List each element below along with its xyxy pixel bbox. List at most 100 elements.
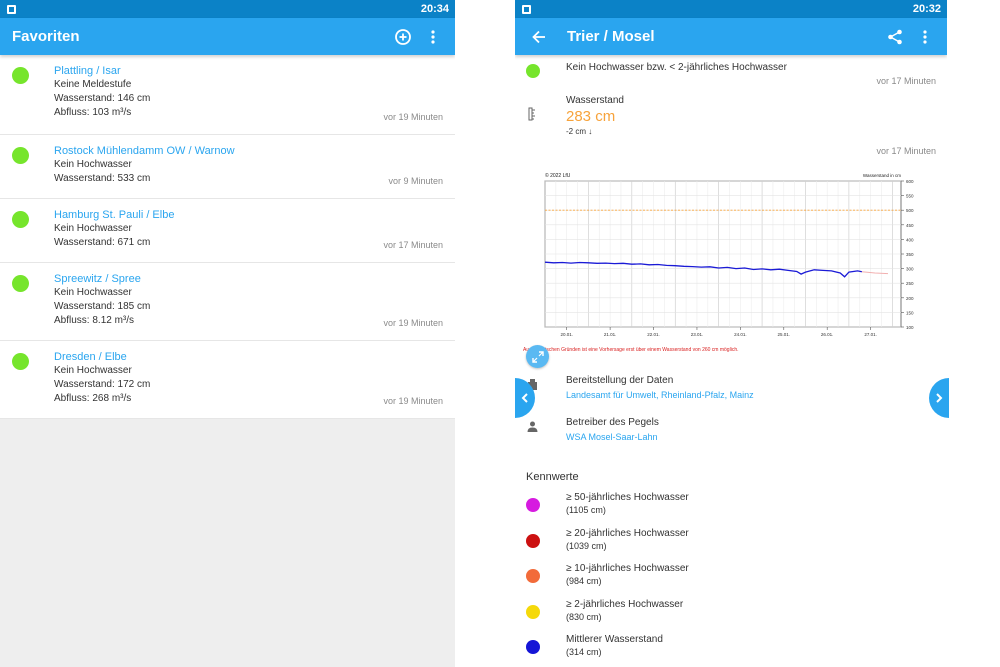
person-icon [527, 421, 538, 435]
status-dot [12, 67, 29, 84]
flood-status-row: Kein Hochwasser bzw. < 2-jährliches Hoch… [515, 55, 947, 89]
status-dot [12, 147, 29, 164]
x-tick-label: 27.01. [864, 332, 877, 337]
notification-icon [522, 4, 531, 14]
add-favorite-button[interactable] [391, 25, 415, 49]
status-time: 20:34 [420, 3, 449, 15]
arrow-back-icon [532, 30, 545, 43]
list-item[interactable]: Dresden / Elbe Kein Hochwasser Wassersta… [0, 341, 455, 419]
station-name: Hamburg St. Pauli / Elbe [54, 209, 175, 221]
waterlevel-chart-section: 100 150 200 250 300 350 400 450 500 550 600 20.01. 2… [515, 159, 947, 371]
x-tick-label: 22.01. [647, 332, 660, 337]
y-tick-label: 350 [906, 252, 914, 257]
overflow-menu-button[interactable] [913, 25, 937, 49]
favorites-screen: 20:34 Favoriten Plattling / Isar Keine M… [0, 0, 455, 667]
kennwerte-heading: Kennwerte [526, 471, 579, 483]
gauge-operator-link[interactable]: WSA Mosel-Saar-Lahn [566, 432, 658, 442]
chart-title: Wasserstand in cm [863, 173, 901, 178]
kennwert-item: ≥ 10-jährliches Hochwasser (984 cm) [515, 563, 947, 599]
station-status: Kein Hochwasser [54, 365, 132, 376]
kennwert-label: ≥ 10-jährliches Hochwasser [566, 563, 689, 574]
share-icon [888, 29, 902, 44]
status-dot [12, 353, 29, 370]
station-waterlevel: Wasserstand: 533 cm [54, 173, 151, 184]
kennwert-color-dot [526, 569, 540, 583]
expand-chart-button[interactable] [526, 345, 549, 368]
app-bar: Trier / Mosel [515, 18, 947, 55]
waterlevel-label: Wasserstand [566, 95, 624, 106]
app-bar: Favoriten [0, 18, 455, 55]
forecast-note: Aus technischen Gründen ist eine Vorhers… [523, 347, 739, 353]
overflow-menu-button[interactable] [421, 25, 445, 49]
updated-time: vor 19 Minuten [383, 318, 443, 328]
chevron-left-icon [521, 393, 528, 403]
page-title: Favoriten [12, 28, 80, 45]
updated-time: vor 17 Minuten [383, 240, 443, 250]
x-tick-label: 21.01. [604, 332, 617, 337]
kennwert-value: (314 cm) [566, 647, 602, 657]
station-detail-screen: 20:32 Trier / Mosel Kein Hochwasser bzw.… [515, 0, 947, 667]
status-dot [12, 211, 29, 228]
kennwert-value: (1105 cm) [566, 505, 606, 515]
kennwert-value: (1039 cm) [566, 540, 607, 551]
y-tick-label: 300 [906, 267, 914, 272]
status-time: 20:32 [912, 3, 941, 15]
gauge-operator-row: Betreiber des Pegels WSA Mosel-Saar-Lahn [515, 413, 947, 455]
x-tick-label: 23.01. [691, 332, 704, 337]
kennwert-color-dot [526, 498, 540, 512]
waterlevel-chart[interactable]: 100 150 200 250 300 350 400 450 500 550 600 20.01. 2… [539, 167, 931, 345]
x-tick-label: 24.01. [734, 332, 747, 337]
x-tick-label: 25.01. [778, 332, 791, 337]
list-item[interactable]: Rostock Mühlendamm OW / Warnow Kein Hoch… [0, 135, 455, 199]
y-tick-label: 500 [906, 208, 914, 213]
station-status: Kein Hochwasser [54, 159, 132, 170]
kennwert-item: Mittlerer Wasserstand (314 cm) [515, 634, 947, 667]
kennwert-label: ≥ 20-jährliches Hochwasser [566, 527, 689, 539]
updated-time: vor 17 Minuten [876, 76, 936, 86]
x-tick-label: 20.01. [560, 332, 573, 337]
waterlevel-value: 283 cm [566, 108, 616, 125]
y-tick-label: 200 [906, 296, 914, 301]
y-tick-label: 400 [906, 237, 914, 242]
kennwert-item: ≥ 20-jährliches Hochwasser (1039 cm) [515, 528, 947, 564]
kennwert-color-dot [526, 640, 540, 654]
updated-time: vor 19 Minuten [383, 396, 443, 406]
station-waterlevel: Wasserstand: 172 cm [54, 379, 151, 390]
updated-time: vor 19 Minuten [383, 112, 443, 122]
updated-time: vor 9 Minuten [388, 176, 443, 186]
station-waterlevel: Wasserstand: 146 cm [54, 93, 151, 104]
list-item[interactable]: Spreewitz / Spree Kein Hochwasser Wasser… [0, 263, 455, 341]
station-status: Kein Hochwasser [54, 287, 132, 298]
status-dot [12, 275, 29, 292]
kennwert-label: ≥ 2-jährliches Hochwasser [566, 598, 684, 610]
list-item[interactable]: Plattling / Isar Keine Meldestufe Wasser… [0, 55, 455, 135]
station-status: Kein Hochwasser [54, 223, 132, 234]
gauge-icon [528, 107, 537, 124]
kennwert-value: (984 cm) [566, 576, 602, 586]
station-name: Spreewitz / Spree [54, 273, 141, 285]
notification-icon [7, 4, 16, 14]
data-provider-link[interactable]: Landesamt für Umwelt, Rheinland-Pfalz, M… [566, 390, 754, 400]
station-waterlevel: Wasserstand: 185 cm [54, 301, 151, 312]
flood-status-text: Kein Hochwasser bzw. < 2-jährliches Hoch… [566, 62, 787, 73]
back-button[interactable] [527, 25, 551, 49]
x-tick-label: 26.01. [821, 332, 834, 337]
share-button[interactable] [883, 25, 907, 49]
kennwert-color-dot [526, 533, 540, 548]
favorites-list: Plattling / Isar Keine Meldestufe Wasser… [0, 55, 455, 419]
y-tick-label: 450 [906, 223, 914, 228]
kennwert-item: ≥ 2-jährliches Hochwasser (830 cm) [515, 599, 947, 635]
y-tick-label: 550 [906, 194, 914, 199]
list-item[interactable]: Hamburg St. Pauli / Elbe Kein Hochwasser… [0, 199, 455, 263]
page-title: Trier / Mosel [567, 28, 655, 45]
kennwert-value: (830 cm) [566, 611, 602, 622]
data-provider-label: Bereitstellung der Daten [566, 375, 674, 386]
y-tick-label: 150 [906, 310, 914, 315]
waterlevel-change: -2 cm ↓ [566, 127, 593, 136]
waterlevel-row: Wasserstand 283 cm -2 cm ↓ vor 17 Minute… [515, 89, 947, 159]
y-tick-label: 100 [906, 325, 914, 330]
station-name: Rostock Mühlendamm OW / Warnow [54, 145, 235, 157]
kennwert-item: ≥ 50-jährliches Hochwasser (1105 cm) [515, 492, 947, 528]
gauge-operator-label: Betreiber des Pegels [566, 417, 659, 428]
chart-svg: 100 150 200 250 300 350 400 450 500 550 600 20.01. 2… [544, 172, 914, 337]
